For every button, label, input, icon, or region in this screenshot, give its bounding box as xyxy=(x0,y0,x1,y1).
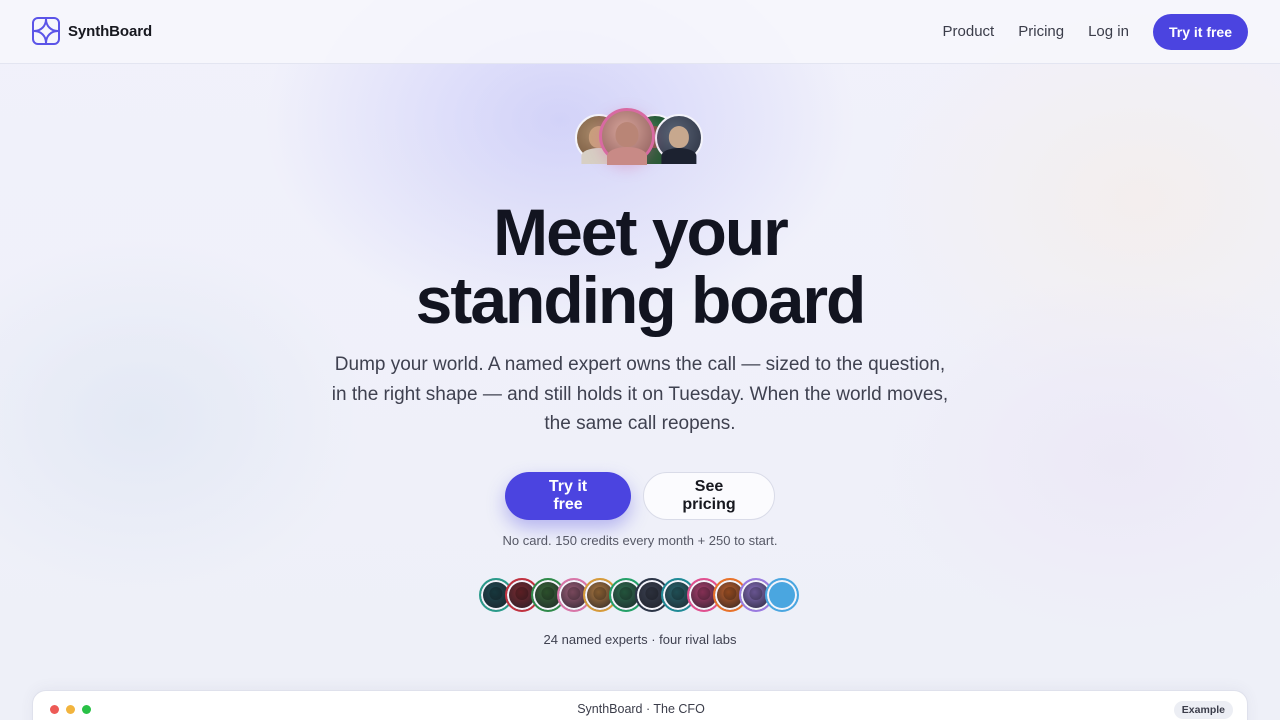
featured-expert-avatar xyxy=(599,108,655,165)
hero-subtitle: Dump your world. A named expert owns the… xyxy=(331,354,949,434)
signup-fineprint: No card. 150 credits every month + 250 t… xyxy=(502,533,778,548)
featured-expert-avatars xyxy=(575,108,715,166)
brand-logo[interactable]: SynthBoard xyxy=(32,17,152,45)
synthboard-logo-icon xyxy=(32,17,60,45)
try-free-button[interactable]: Try it free xyxy=(505,472,631,520)
app-preview-window: SynthBoard · The CFO Example xyxy=(32,690,1248,720)
nav-link-product[interactable]: Product xyxy=(943,14,995,50)
headline-line-2: standing board xyxy=(415,263,867,337)
nav-links: Product Pricing Log in Try it free xyxy=(943,14,1248,50)
nav-link-login[interactable]: Log in xyxy=(1088,14,1129,50)
nav-try-free-button[interactable]: Try it free xyxy=(1152,14,1248,50)
headline-line-1: Meet your xyxy=(493,195,789,269)
hero-cta-group: Try it free See pricing xyxy=(0,472,1280,520)
hero-headline: Meet your standing board xyxy=(0,198,1280,334)
example-badge: Example xyxy=(1173,701,1233,719)
top-navigation: SynthBoard Product Pricing Log in Try it… xyxy=(0,0,1280,64)
brand-name: SynthBoard xyxy=(68,22,153,40)
experts-caption: 24 named experts · four rival labs xyxy=(543,632,737,647)
expert-avatar-strip xyxy=(479,578,809,614)
nav-link-pricing[interactable]: Pricing xyxy=(1018,14,1064,50)
expert-avatar xyxy=(765,578,799,612)
preview-window-title: SynthBoard · The CFO xyxy=(577,702,705,716)
expert-avatar xyxy=(655,114,703,164)
see-pricing-button[interactable]: See pricing xyxy=(643,472,775,520)
